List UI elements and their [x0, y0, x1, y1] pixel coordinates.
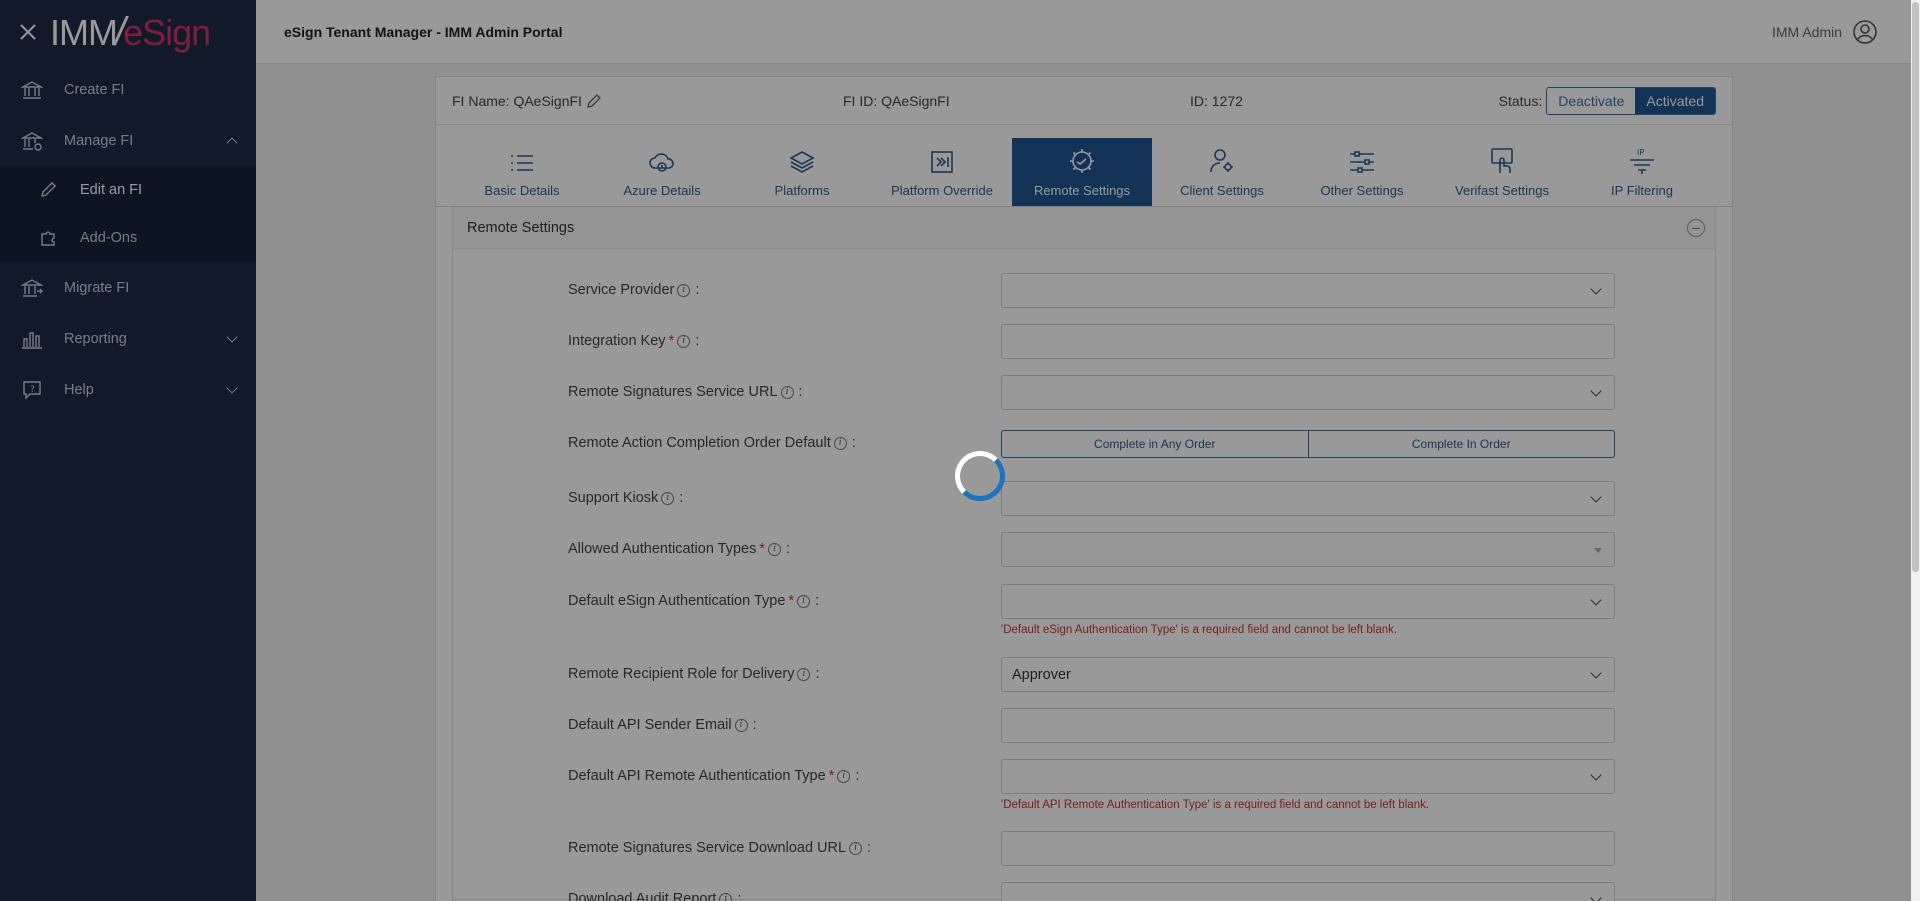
loading-spinner-icon — [955, 451, 1005, 501]
page-scrollbar[interactable] — [1911, 0, 1920, 901]
scrollbar-thumb[interactable] — [1912, 2, 1919, 572]
loading-overlay — [0, 0, 1920, 901]
